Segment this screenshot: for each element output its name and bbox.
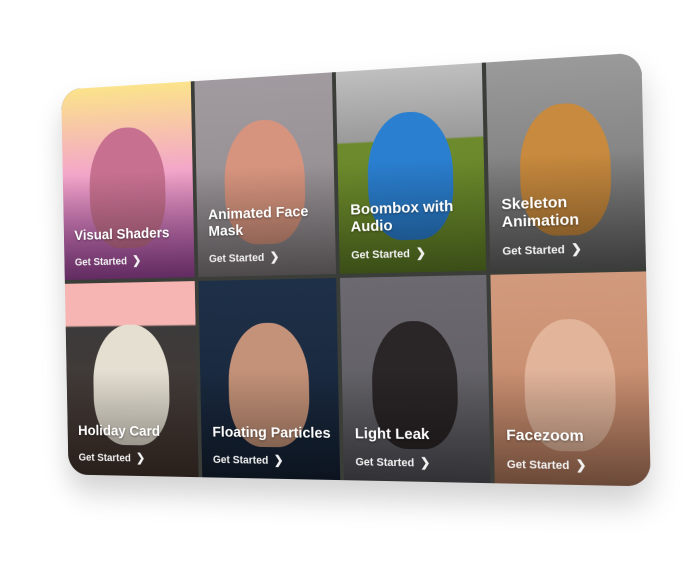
tile-boombox-with-audio[interactable]: Boombox with Audio Get Started ❯ [335, 62, 487, 274]
tile-title: Floating Particles [212, 423, 331, 442]
get-started-link[interactable]: Get Started ❯ [507, 457, 587, 473]
tile-animated-face-mask[interactable]: Animated Face Mask Get Started ❯ [194, 72, 337, 278]
chevron-right-icon: ❯ [273, 453, 284, 468]
tile-title: Light Leak [354, 425, 430, 444]
cta-label: Get Started [355, 456, 415, 470]
tile-title: Holiday Card [77, 422, 161, 440]
chevron-right-icon: ❯ [132, 253, 142, 268]
tile-skeleton-animation[interactable]: Skeleton Animation Get Started ❯ [485, 52, 647, 271]
tile-title: Animated Face Mask [207, 203, 309, 240]
chevron-right-icon: ❯ [269, 249, 280, 264]
cta-label: Get Started [74, 255, 128, 269]
tile-title: Facezoom [506, 426, 584, 446]
get-started-link[interactable]: Get Started ❯ [502, 241, 582, 258]
tile-facezoom[interactable]: Facezoom Get Started ❯ [490, 271, 651, 487]
feature-grid: Visual Shaders Get Started ❯ Animated Fac… [61, 52, 651, 487]
chevron-right-icon: ❯ [575, 457, 587, 473]
tile-visual-shaders[interactable]: Visual Shaders Get Started ❯ [61, 81, 195, 281]
stage: Visual Shaders Get Started ❯ Animated Fac… [30, 52, 651, 492]
get-started-link[interactable]: Get Started ❯ [213, 452, 284, 467]
cta-label: Get Started [208, 252, 265, 266]
tile-title: Visual Shaders [74, 224, 170, 244]
tile-title: Boombox with Audio [350, 197, 454, 236]
get-started-link[interactable]: Get Started ❯ [209, 250, 280, 266]
cta-label: Get Started [78, 451, 131, 465]
chevron-right-icon: ❯ [420, 455, 431, 470]
tile-light-leak[interactable]: Light Leak Get Started ❯ [339, 274, 491, 484]
cta-label: Get Started [212, 454, 269, 467]
cta-label: Get Started [351, 248, 410, 262]
chevron-right-icon: ❯ [136, 450, 146, 465]
tile-title: Skeleton Animation [501, 193, 580, 232]
cta-label: Get Started [502, 243, 565, 258]
tile-holiday-card[interactable]: Holiday Card Get Started ❯ [64, 281, 199, 478]
cta-label: Get Started [506, 458, 570, 473]
chevron-right-icon: ❯ [570, 241, 583, 257]
get-started-link[interactable]: Get Started ❯ [75, 253, 142, 268]
get-started-link[interactable]: Get Started ❯ [78, 450, 146, 465]
get-started-link[interactable]: Get Started ❯ [355, 454, 430, 469]
chevron-right-icon: ❯ [415, 245, 427, 261]
get-started-link[interactable]: Get Started ❯ [351, 246, 426, 262]
tile-floating-particles[interactable]: Floating Particles Get Started ❯ [198, 278, 341, 481]
